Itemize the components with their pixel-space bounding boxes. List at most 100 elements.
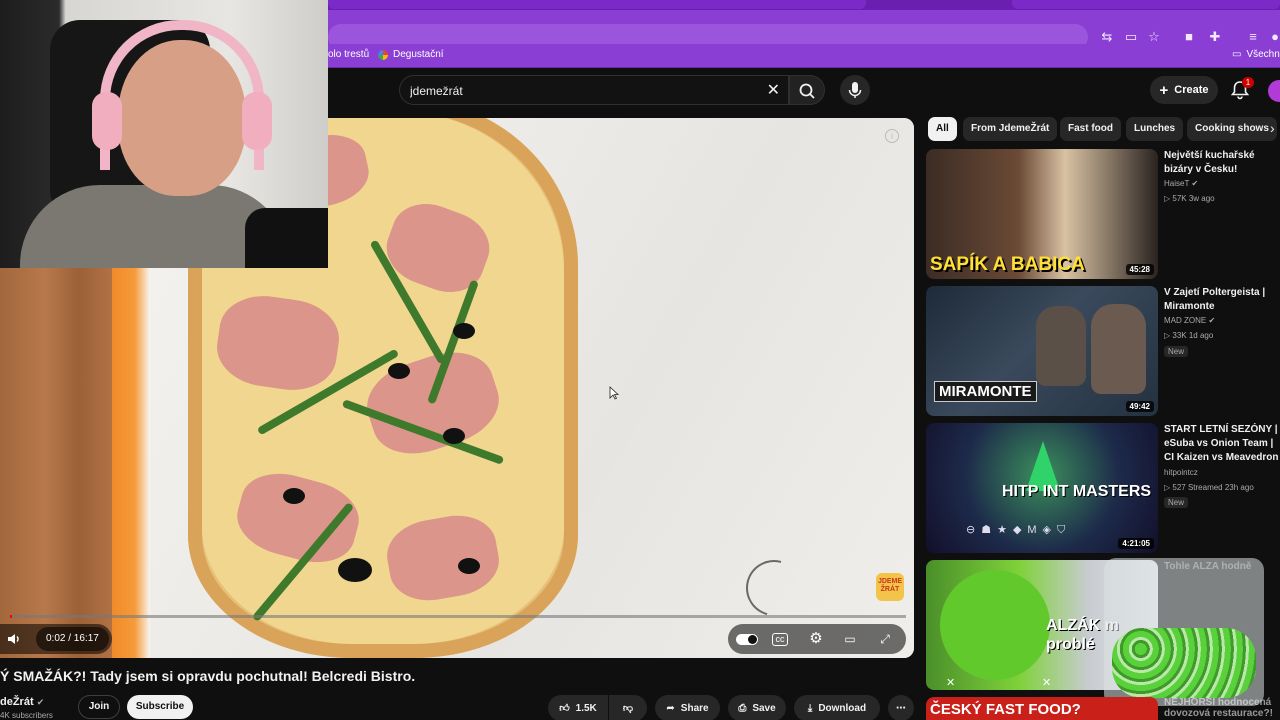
video-thumbnail[interactable]: SAPÍK A BABICA 45:28 <box>926 149 1158 279</box>
more-actions-button[interactable]: ⋯ <box>888 695 914 720</box>
video-meta: ▷ 527 Streamed 23h ago <box>1164 483 1254 492</box>
share-label: Share <box>680 702 709 714</box>
recommendation-item[interactable]: ČESKÝ FAST FOOD? NEJHORŠÍ hodnocená dovo… <box>926 697 1280 720</box>
video-title[interactable]: NEJHORŠÍ hodnocená dovozová restaurace?!… <box>1164 697 1280 720</box>
player-controls: cc ⚙ ▭ ⤢ <box>728 624 906 654</box>
verified-icon: ✔ <box>1208 316 1216 325</box>
voice-search-button[interactable] <box>840 75 870 105</box>
download-button[interactable]: ⤓ Download <box>794 695 880 720</box>
video-title[interactable]: START LETNÍ SEZÓNY | eSuba vs Onion Team… <box>1164 423 1280 465</box>
bookmark-label: Degustační <box>393 49 444 60</box>
clover-pattern <box>1112 628 1256 698</box>
channel-watermark[interactable]: JDEME ŽRÁT <box>876 573 904 601</box>
thumbnail-text: ČESKÝ FAST FOOD? <box>930 701 1081 718</box>
like-button[interactable]: 👍︎ 1.5K <box>548 695 608 720</box>
gear-icon[interactable]: ⚙ <box>807 630 825 648</box>
autoplay-toggle[interactable] <box>736 634 758 645</box>
video-title[interactable]: Největší kuchařské bizáry v Česku! <box>1164 149 1280 177</box>
video-title[interactable]: V Zajetí Poltergeista | Miramonte <box>1164 286 1280 314</box>
save-button[interactable]: ⎙ Save <box>728 695 786 720</box>
channel-label: HaiseT <box>1164 179 1190 188</box>
thumbs-down-icon: 👎︎ <box>622 703 634 714</box>
fullscreen-icon[interactable]: ⤢ <box>876 630 894 648</box>
download-icon: ⤓ <box>807 702 813 714</box>
channel-label: deŽrát <box>0 696 34 708</box>
dislike-button[interactable]: 👎︎ <box>609 695 647 720</box>
glass-overlay <box>1104 558 1264 706</box>
download-label: Download <box>818 702 867 714</box>
new-badge: New <box>1164 346 1189 357</box>
search-button[interactable] <box>789 75 825 105</box>
video-title-main: Ý SMAŽÁK?! Tady jsem si opravdu pochutna… <box>0 668 416 684</box>
subscribe-button[interactable]: Subscribe <box>127 695 193 719</box>
close-icon: ✕ <box>1042 677 1052 689</box>
verified-icon: ✔ <box>1191 179 1199 188</box>
video-thumbnail[interactable]: HITP INT MASTERS ⊖☗★◆M◈⛉ 4:21:05 <box>926 423 1158 553</box>
chip-cooking-shows[interactable]: Cooking shows <box>1187 117 1277 141</box>
duration-badge: 4:21:05 <box>1118 538 1154 549</box>
progress-bar[interactable] <box>10 615 906 618</box>
olive <box>283 488 305 504</box>
join-button[interactable]: Join <box>78 695 120 719</box>
olive <box>443 428 465 444</box>
video-thumbnail[interactable]: MIRAMONTE 49:42 <box>926 286 1158 416</box>
olive <box>453 323 475 339</box>
bookmark-item[interactable]: ▭ Všechny <box>1232 49 1280 60</box>
headset <box>100 20 264 170</box>
plus-icon: + <box>1159 81 1169 99</box>
thumbnail-text: MIRAMONTE <box>934 381 1037 402</box>
thumbnail-person <box>1091 304 1146 394</box>
like-count: 1.5K <box>575 702 597 714</box>
avatar[interactable] <box>1268 80 1280 102</box>
info-icon[interactable]: i <box>885 129 899 143</box>
captions-icon[interactable]: cc <box>772 633 788 646</box>
video-thumbnail[interactable]: ČESKÝ FAST FOOD? <box>926 697 1158 720</box>
channel-label: MAD ZONE <box>1164 316 1207 325</box>
bookmark-label: olo trestů <box>328 49 370 60</box>
browser-tab[interactable] <box>328 0 866 9</box>
browser-tab[interactable] <box>1012 0 1280 9</box>
recommendation-item[interactable]: MIRAMONTE 49:42 V Zajetí Poltergeista | … <box>926 286 1280 416</box>
channel-name[interactable]: hitpointcz <box>1164 468 1198 477</box>
search-input[interactable] <box>410 82 750 100</box>
filter-chips: All From JdemeŽrát Fast food Lunches Coo… <box>926 116 1280 144</box>
chip-fast-food[interactable]: Fast food <box>1060 117 1121 141</box>
chip-from-channel[interactable]: From JdemeŽrát <box>963 117 1058 141</box>
channel-name-main[interactable]: deŽrát ✔ <box>0 696 44 708</box>
recommendation-item[interactable]: HITP INT MASTERS ⊖☗★◆M◈⛉ 4:21:05 START L… <box>926 423 1280 553</box>
bookmark-item[interactable]: Degustační <box>378 49 444 60</box>
headset-earcup <box>242 92 272 150</box>
thumbs-up-icon: 👍︎ <box>559 703 570 714</box>
share-icon: ➦ <box>666 702 675 714</box>
create-label: Create <box>1174 84 1209 96</box>
olive <box>338 558 372 582</box>
volume-icon[interactable] <box>6 631 22 647</box>
video-meta: ▷ 33K 1d ago <box>1164 331 1214 340</box>
google-photos-icon <box>378 49 388 60</box>
channel-name[interactable]: HaiseT ✔ <box>1164 179 1198 188</box>
chip-all[interactable]: All <box>928 117 957 141</box>
microphone-icon <box>848 82 862 98</box>
thumbnail-person <box>1036 306 1086 386</box>
thumbnail-text: SAPÍK A BABICA <box>930 254 1085 275</box>
search-box: ✕ <box>399 75 789 105</box>
video-meta: ▷ 57K 3w ago <box>1164 194 1215 203</box>
bookmark-icon: ⎙ <box>738 702 747 714</box>
duration-badge: 45:28 <box>1125 264 1154 275</box>
channel-name[interactable]: MAD ZONE ✔ <box>1164 316 1215 325</box>
create-button[interactable]: + Create <box>1150 76 1218 104</box>
chevron-right-icon[interactable]: › <box>1270 120 1275 136</box>
bookmark-item[interactable]: olo trestů <box>328 49 369 60</box>
thumbnail-text: HITP INT MASTERS <box>1002 483 1152 500</box>
verified-icon: ✔ <box>36 697 45 707</box>
share-button[interactable]: ➦ Share <box>655 695 720 720</box>
theater-mode-icon[interactable]: ▭ <box>841 630 859 648</box>
close-icon[interactable]: ✕ <box>767 80 780 100</box>
save-label: Save <box>752 702 776 714</box>
new-badge: New <box>1164 497 1189 508</box>
more-icon: ⋯ <box>896 702 906 714</box>
olive <box>458 558 480 574</box>
headset-earcup <box>92 92 122 150</box>
recommendation-item[interactable]: SAPÍK A BABICA 45:28 Největší kuchařské … <box>926 149 1280 279</box>
chip-lunches[interactable]: Lunches <box>1126 117 1184 141</box>
